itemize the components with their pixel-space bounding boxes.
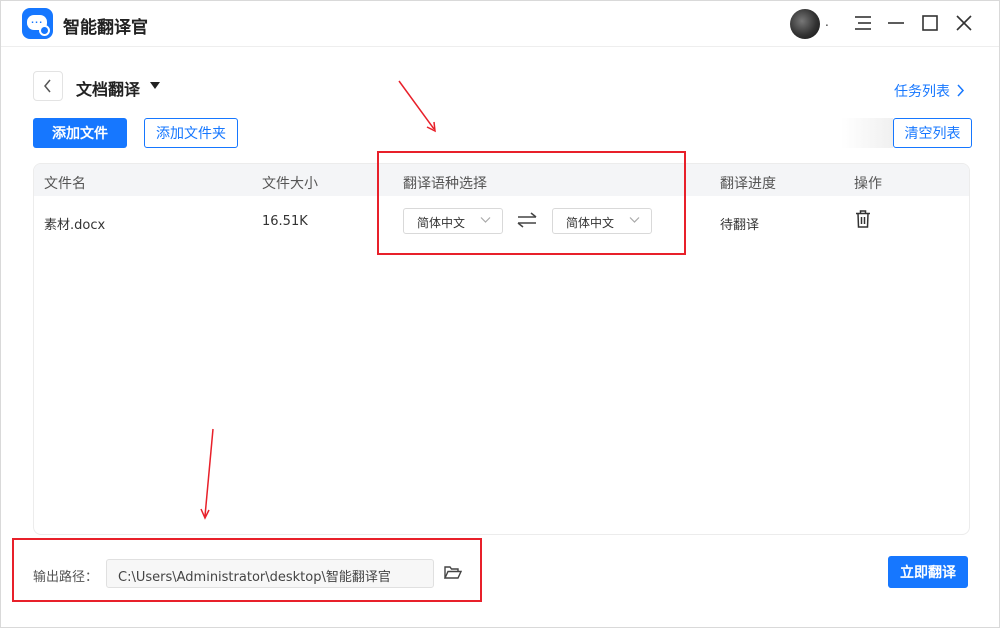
- title-divider: [1, 46, 999, 47]
- trash-icon[interactable]: [855, 210, 871, 228]
- back-chevron-icon: [44, 79, 51, 93]
- app-title: 智能翻译官: [63, 18, 148, 38]
- output-annotation-box: [12, 538, 482, 602]
- maximize-icon[interactable]: [918, 11, 942, 35]
- caret-down-icon[interactable]: [150, 82, 160, 89]
- add-folder-button[interactable]: 添加文件夹: [144, 118, 238, 148]
- translate-now-button[interactable]: 立即翻译: [888, 556, 968, 588]
- chevron-right-icon[interactable]: [956, 84, 965, 97]
- toolbar-shade: [841, 118, 893, 148]
- avatar[interactable]: [790, 9, 820, 39]
- row-file-name: 素材.docx: [44, 218, 106, 233]
- column-file-size: 文件大小: [262, 176, 318, 192]
- clear-list-button[interactable]: 清空列表: [893, 118, 972, 148]
- menu-icon[interactable]: [851, 11, 875, 35]
- row-file-size: 16.51K: [262, 214, 308, 229]
- avatar-username: .: [825, 15, 829, 29]
- annotation-arrow-top: [398, 80, 435, 130]
- close-icon[interactable]: [952, 11, 976, 35]
- column-progress: 翻译进度: [720, 176, 776, 192]
- minimize-icon[interactable]: [884, 11, 908, 35]
- page-title[interactable]: 文档翻译: [76, 76, 140, 100]
- add-file-button[interactable]: 添加文件: [33, 118, 127, 148]
- app-window: ··· 智能翻译官 . 文档翻译 任务列表 添加文件 添加文件夹 清空列表 文件…: [0, 0, 1000, 628]
- column-actions: 操作: [854, 176, 882, 192]
- title-bar: ··· 智能翻译官 .: [1, 1, 999, 46]
- row-progress: 待翻译: [720, 218, 760, 233]
- app-logo-icon: ···: [22, 8, 53, 39]
- language-annotation-box: [377, 151, 686, 255]
- back-button[interactable]: [33, 71, 63, 101]
- column-file-name: 文件名: [44, 176, 86, 192]
- task-list-link[interactable]: 任务列表: [894, 81, 950, 101]
